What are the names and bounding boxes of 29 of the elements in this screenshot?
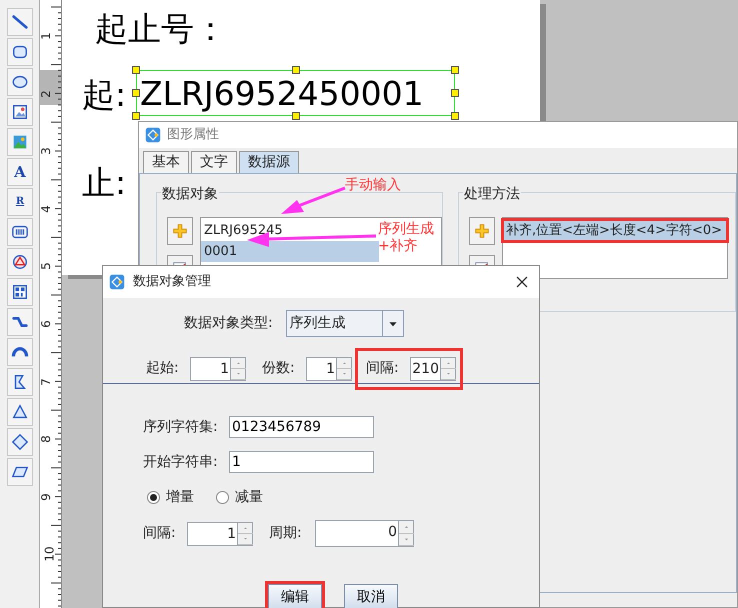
ruler-number: 10	[44, 546, 56, 562]
canvas-heading: 起止号：	[95, 12, 227, 45]
field-label: 开始字符串:	[143, 452, 219, 472]
field-label: 间隔:	[366, 359, 400, 378]
ruler-number: 2	[40, 90, 52, 98]
ruler-number: 9	[40, 492, 52, 501]
annotation-text: 手动输入	[345, 177, 401, 194]
ruler-number: 8	[40, 435, 52, 443]
list-item-text: 补齐,位置<左端>长度<4>字符<0>	[506, 223, 722, 238]
field-label: 周期:	[269, 524, 303, 543]
list-item-text: 0001	[204, 244, 238, 259]
ruler-number: 3	[40, 147, 52, 155]
field-label: 间隔:	[143, 524, 177, 543]
ruler-number: 6	[40, 320, 52, 328]
canvas-label: 起:	[82, 78, 126, 111]
ruler-number: 1	[40, 32, 52, 40]
field-label: 序列字符集:	[143, 418, 219, 436]
field-label: 起始:	[146, 359, 180, 378]
field-label: 份数:	[262, 359, 296, 378]
window-title: 图形属性	[167, 126, 219, 144]
window-title: 数据对象管理	[133, 273, 211, 292]
ruler-number: 7	[40, 378, 52, 386]
annotation-text: 序列生成 +补齐	[378, 221, 434, 255]
field-label: 数据对象类型:	[184, 314, 273, 333]
canvas-text: ZLRJ6952450001	[140, 76, 424, 110]
canvas-label: 止:	[82, 166, 126, 199]
ruler-number: 4	[40, 204, 52, 213]
list-item-text: ZLRJ695245	[204, 223, 283, 238]
ruler-number: 5	[40, 262, 52, 270]
